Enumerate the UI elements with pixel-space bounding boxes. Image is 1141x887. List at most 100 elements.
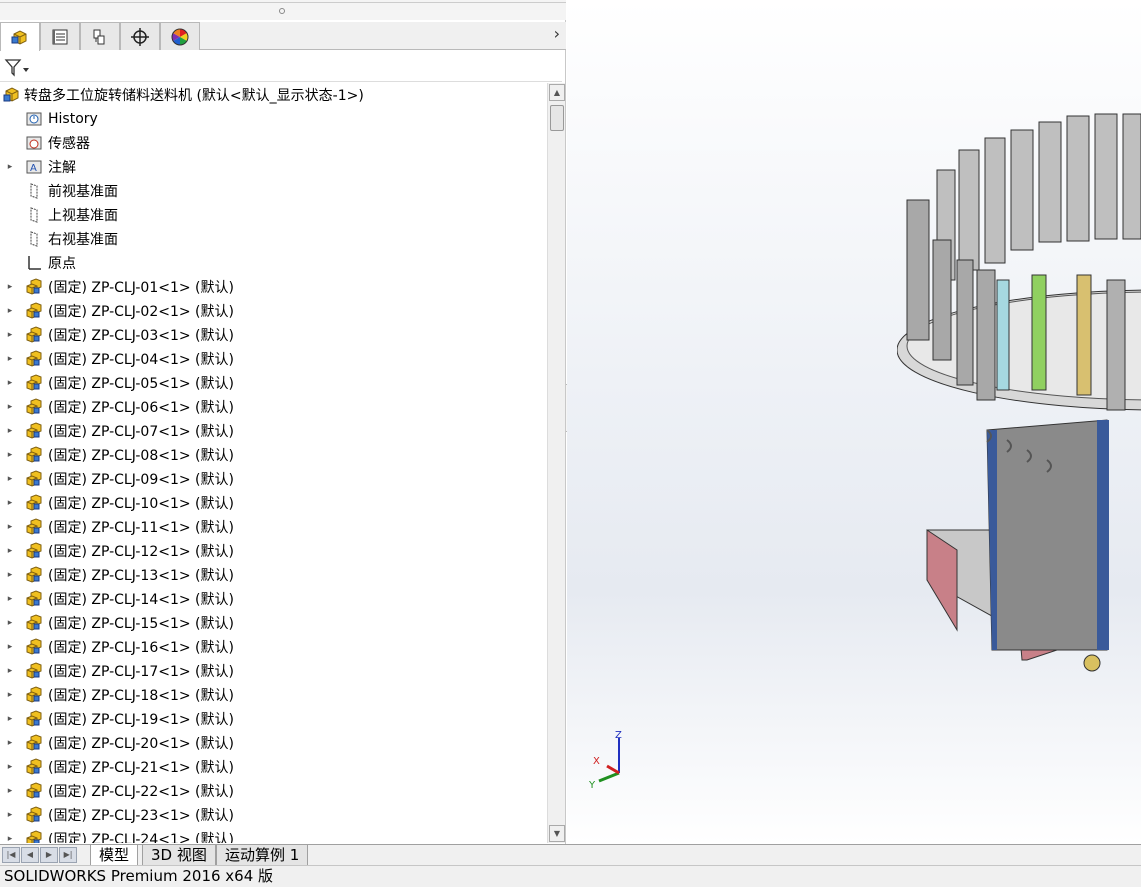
expand-arrow-icon[interactable]: ▸ — [4, 690, 16, 700]
last-tab-button[interactable]: ▶| — [59, 847, 77, 863]
history-folder-icon — [24, 109, 44, 129]
expand-arrow-icon[interactable]: ▸ — [4, 378, 16, 388]
expand-arrow-icon[interactable]: ▸ — [4, 354, 16, 364]
next-tab-button[interactable]: ▶ — [40, 847, 58, 863]
tree-item[interactable]: ▸ (固定) ZP-CLJ-02<1> (默认) — [0, 299, 234, 323]
expand-arrow-icon[interactable]: ▸ — [4, 642, 16, 652]
tree-item[interactable]: 原点 — [0, 251, 76, 275]
tree-root[interactable]: 转盘多工位旋转储料送料机 (默认<默认_显示状态-1>) — [0, 83, 364, 107]
tree-item[interactable]: History — [0, 107, 98, 131]
tree-item[interactable]: ▸ (固定) ZP-CLJ-22<1> (默认) — [0, 779, 234, 803]
tree-item[interactable]: ▸ (固定) ZP-CLJ-17<1> (默认) — [0, 659, 234, 683]
tree-item[interactable]: ▸ (固定) ZP-CLJ-04<1> (默认) — [0, 347, 234, 371]
tree-item[interactable]: ▸ (固定) ZP-CLJ-10<1> (默认) — [0, 491, 234, 515]
tree-item[interactable]: ▸ (固定) ZP-CLJ-13<1> (默认) — [0, 563, 234, 587]
scroll-down-button[interactable]: ▼ — [549, 825, 565, 842]
origin-icon — [24, 253, 44, 273]
tree-item[interactable]: ▸ (固定) ZP-CLJ-07<1> (默认) — [0, 419, 234, 443]
expand-arrow-icon[interactable]: ▸ — [4, 402, 16, 412]
tree-item-label: (固定) ZP-CLJ-14<1> (默认) — [48, 592, 234, 608]
expand-arrow-icon[interactable]: ▸ — [4, 738, 16, 748]
tree-item[interactable]: ▸ (固定) ZP-CLJ-03<1> (默认) — [0, 323, 234, 347]
expand-arrow-icon[interactable]: ▸ — [4, 834, 16, 843]
tree-item-label: (固定) ZP-CLJ-20<1> (默认) — [48, 736, 234, 752]
expand-arrow-icon[interactable]: ▸ — [4, 474, 16, 484]
tree-item[interactable]: ▸ A 注解 — [0, 155, 76, 179]
tree-item[interactable]: ▸ (固定) ZP-CLJ-05<1> (默认) — [0, 371, 234, 395]
prev-tab-button[interactable]: ◀ — [21, 847, 39, 863]
chevron-right-icon[interactable]: › — [554, 24, 560, 43]
subassembly-icon — [24, 805, 44, 825]
tree-item[interactable]: ▸ (固定) ZP-CLJ-06<1> (默认) — [0, 395, 234, 419]
tree-scrollbar[interactable]: ▲ ▼ — [547, 83, 565, 843]
expand-arrow-icon[interactable]: ▸ — [4, 162, 16, 172]
tree-item-label: History — [48, 111, 98, 127]
tree-item[interactable]: ▸ (固定) ZP-CLJ-16<1> (默认) — [0, 635, 234, 659]
subassembly-icon — [24, 709, 44, 729]
tree-item[interactable]: 前视基准面 — [0, 179, 118, 203]
expand-arrow-icon[interactable]: ▸ — [4, 330, 16, 340]
panel-grip-handle[interactable] — [279, 8, 285, 14]
scroll-thumb[interactable] — [550, 105, 564, 131]
tree-item[interactable]: ▸ (固定) ZP-CLJ-08<1> (默认) — [0, 443, 234, 467]
tree-item-label: (固定) ZP-CLJ-11<1> (默认) — [48, 520, 234, 536]
subassembly-icon — [24, 541, 44, 561]
feature-tree: 转盘多工位旋转储料送料机 (默认<默认_显示状态-1>) History 传感器 ▸… — [0, 83, 546, 843]
expand-arrow-icon[interactable]: ▸ — [4, 810, 16, 820]
tab-displaymanager[interactable] — [160, 22, 200, 50]
expand-arrow-icon[interactable]: ▸ — [4, 594, 16, 604]
tree-item[interactable]: ▸ (固定) ZP-CLJ-20<1> (默认) — [0, 731, 234, 755]
tree-item[interactable]: 右视基准面 — [0, 227, 118, 251]
tab-model[interactable]: 模型 — [90, 845, 139, 866]
expand-arrow-icon[interactable]: ▸ — [4, 762, 16, 772]
expand-arrow-icon[interactable]: ▸ — [4, 426, 16, 436]
tab-motion-study-1[interactable]: 运动算例 1 — [216, 845, 309, 866]
tree-item[interactable]: ▸ (固定) ZP-CLJ-18<1> (默认) — [0, 683, 234, 707]
tree-item-label: (固定) ZP-CLJ-06<1> (默认) — [48, 400, 234, 416]
first-tab-button[interactable]: |◀ — [2, 847, 20, 863]
expand-arrow-icon[interactable]: ▸ — [4, 786, 16, 796]
assembly-icon — [2, 85, 22, 105]
carousel-machine-model — [897, 113, 1141, 672]
scroll-up-button[interactable]: ▲ — [549, 84, 565, 101]
tree-item[interactable]: ▸ (固定) ZP-CLJ-14<1> (默认) — [0, 587, 234, 611]
expand-arrow-icon[interactable]: ▸ — [4, 498, 16, 508]
expand-arrow-icon[interactable]: ▸ — [4, 306, 16, 316]
tree-item[interactable]: ▸ (固定) ZP-CLJ-24<1> (默认) — [0, 827, 234, 843]
tree-item[interactable]: ▸ (固定) ZP-CLJ-23<1> (默认) — [0, 803, 234, 827]
expand-arrow-icon[interactable]: ▸ — [4, 282, 16, 292]
tree-item-label: (固定) ZP-CLJ-07<1> (默认) — [48, 424, 234, 440]
expand-arrow-icon[interactable]: ▸ — [4, 714, 16, 724]
expand-arrow-icon[interactable]: ▸ — [4, 618, 16, 628]
plane-icon — [24, 181, 44, 201]
expand-arrow-icon[interactable]: ▸ — [4, 666, 16, 676]
expand-arrow-icon[interactable]: ▸ — [4, 450, 16, 460]
subassembly-icon — [24, 469, 44, 489]
filter-funnel-icon[interactable] — [4, 58, 32, 78]
tree-item[interactable]: 传感器 — [0, 131, 90, 155]
filter-bar — [0, 52, 562, 82]
tree-item-label: (固定) ZP-CLJ-22<1> (默认) — [48, 784, 234, 800]
tree-item[interactable]: ▸ (固定) ZP-CLJ-21<1> (默认) — [0, 755, 234, 779]
tree-item[interactable]: ▸ (固定) ZP-CLJ-11<1> (默认) — [0, 515, 234, 539]
subassembly-icon — [24, 757, 44, 777]
expand-arrow-icon[interactable]: ▸ — [4, 522, 16, 532]
tab-dimxpert[interactable] — [120, 22, 160, 50]
tab-featuremanager[interactable] — [0, 22, 40, 51]
expand-arrow-icon[interactable]: ▸ — [4, 546, 16, 556]
tree-item[interactable]: ▸ (固定) ZP-CLJ-09<1> (默认) — [0, 467, 234, 491]
tree-item[interactable]: ▸ (固定) ZP-CLJ-12<1> (默认) — [0, 539, 234, 563]
tab-propertymanager[interactable] — [40, 22, 80, 50]
tab-3d-view[interactable]: 3D 视图 — [142, 845, 216, 866]
expand-arrow-icon[interactable]: ▸ — [4, 570, 16, 580]
graphics-viewport[interactable]: Z Y X — [567, 0, 1141, 844]
subassembly-icon — [24, 445, 44, 465]
tree-item[interactable]: 上视基准面 — [0, 203, 118, 227]
tree-item[interactable]: ▸ (固定) ZP-CLJ-19<1> (默认) — [0, 707, 234, 731]
tab-configurationmanager[interactable] — [80, 22, 120, 50]
tree-root-label: 转盘多工位旋转储料送料机 (默认<默认_显示状态-1>) — [24, 88, 364, 104]
tree-item[interactable]: ▸ (固定) ZP-CLJ-01<1> (默认) — [0, 275, 234, 299]
tree-item[interactable]: ▸ (固定) ZP-CLJ-15<1> (默认) — [0, 611, 234, 635]
subassembly-icon — [24, 829, 44, 843]
tree-item-label: 前视基准面 — [48, 184, 118, 200]
